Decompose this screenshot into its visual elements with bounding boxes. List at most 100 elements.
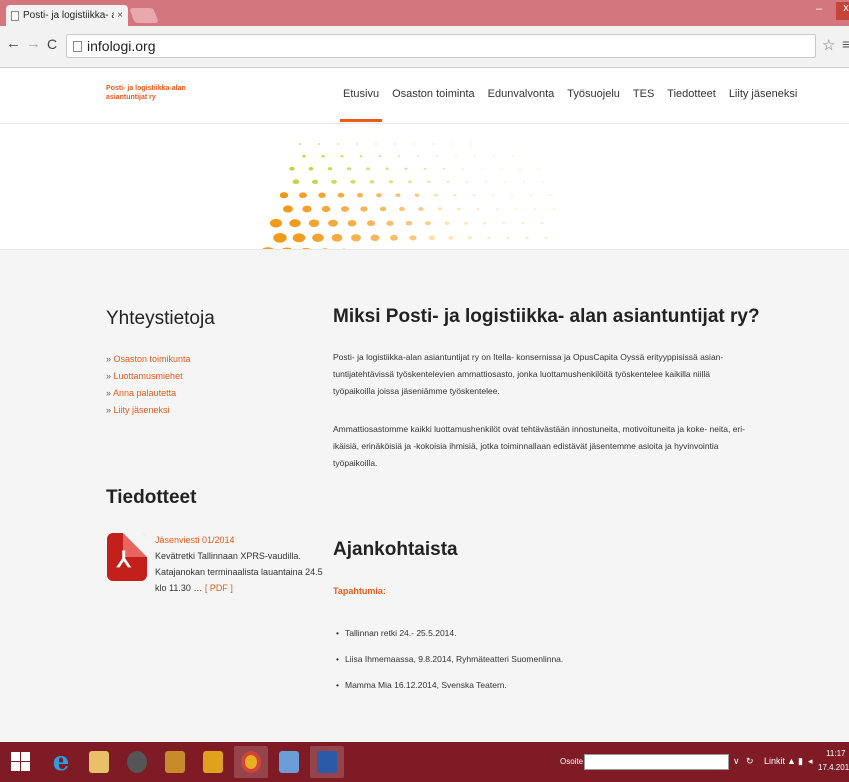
hero-dot	[385, 167, 389, 171]
clock-date: 17.4.2014	[818, 763, 849, 772]
hero-dot	[298, 192, 308, 199]
tray-arrow-icon[interactable]: ▲	[787, 756, 796, 766]
tab-close-icon[interactable]: ×	[117, 10, 123, 21]
hero-dot	[388, 180, 394, 184]
media-player-icon[interactable]	[120, 746, 154, 778]
hero-dot	[432, 143, 434, 145]
file-explorer-icon[interactable]	[82, 746, 116, 778]
contact-link[interactable]: » Liity jäseneksi	[106, 402, 191, 419]
hero-dot	[318, 192, 326, 198]
bookmark-star-icon[interactable]: ☆	[822, 36, 835, 54]
hero-dot	[337, 143, 339, 145]
clock[interactable]: 11:17 17.4.2014	[818, 747, 849, 775]
contact-link[interactable]: » Anna palautetta	[106, 385, 191, 402]
hero-dot	[292, 179, 300, 185]
hero-dot	[337, 192, 345, 198]
volume-icon[interactable]: ◂	[808, 756, 813, 767]
pdf-link[interactable]: [ PDF ]	[205, 583, 233, 593]
hero-dot	[376, 193, 382, 198]
minimize-button[interactable]: –	[816, 3, 822, 15]
hero-dot	[529, 194, 533, 196]
hero-dot	[476, 207, 480, 211]
event-item: Tallinnan retki 24.- 25.5.2014.	[336, 620, 563, 646]
contact-link[interactable]: » Luottamusmiehet	[106, 368, 191, 385]
hero-dot	[369, 180, 375, 184]
hero-dot	[427, 180, 431, 184]
url-input[interactable]: infologi.org	[66, 34, 816, 58]
app-icon[interactable]	[272, 746, 306, 778]
hero-dot	[552, 208, 556, 210]
hero-dot	[379, 206, 387, 212]
hero-dot	[289, 166, 295, 171]
hero-dot	[525, 236, 529, 239]
news-item-title[interactable]: Jäsenviesti 01/2014	[155, 532, 325, 548]
site-logo[interactable]: Posti- ja logistiikka-alan asiantuntijat…	[106, 84, 186, 102]
hero-dot	[481, 168, 483, 170]
event-item: Liisa Ihmemaassa, 9.8.2014, Ryhmäteatter…	[336, 646, 563, 672]
pdf-icon[interactable]: ⅄	[107, 533, 147, 581]
links-label[interactable]: Linkit	[764, 756, 785, 766]
hero-dot	[356, 192, 364, 198]
hero-dot	[514, 208, 518, 210]
nav-item-tes[interactable]: TES	[633, 88, 654, 100]
hero-dot	[269, 218, 283, 228]
hero-dot	[474, 155, 476, 157]
hero-dot	[423, 167, 427, 170]
hero-dot	[542, 181, 544, 183]
nav-item-etusivu[interactable]: Etusivu	[339, 88, 383, 122]
nav-item-osaston-toiminta[interactable]: Osaston toiminta	[392, 88, 475, 100]
hero-dot	[493, 155, 495, 157]
word-icon[interactable]	[310, 746, 344, 778]
hero-dot	[351, 234, 361, 242]
taskbar-address-input[interactable]	[584, 754, 729, 770]
news-item: Jäsenviesti 01/2014 Kevätretki Tallinnaa…	[155, 532, 325, 596]
hero-dot	[519, 168, 521, 170]
menu-icon[interactable]: ≡	[842, 36, 849, 52]
page-icon	[11, 10, 19, 21]
link-label: Osaston toimikunta	[113, 354, 191, 364]
hero-dot	[350, 179, 356, 184]
hero-dot	[451, 143, 453, 145]
hero-dot	[366, 220, 376, 227]
refresh-icon[interactable]: ↻	[746, 756, 754, 767]
new-tab-button[interactable]	[129, 8, 159, 23]
hero-dot	[418, 207, 424, 211]
hero-dot	[425, 221, 431, 226]
hero-dot	[413, 143, 415, 145]
events-heading: Tapahtumia:	[333, 586, 386, 596]
hero-dot	[500, 168, 502, 170]
current-news-heading: Ajankohtaista	[333, 539, 458, 560]
content-area: Yhteystietoja » Osaston toimikunta » Luo…	[0, 250, 849, 742]
contact-link[interactable]: » Osaston toimikunta	[106, 351, 191, 368]
hero-dot	[340, 155, 344, 158]
app-icon[interactable]	[158, 746, 192, 778]
intro-paragraph-2: Ammattiosastomme kaikki luottamushenkilö…	[333, 424, 745, 468]
notes-icon[interactable]	[196, 746, 230, 778]
hero-dot	[308, 167, 314, 171]
hero-dot	[448, 235, 454, 240]
reload-icon[interactable]: C	[47, 36, 57, 52]
start-windows-icon[interactable]	[8, 746, 32, 778]
logo-line-2: asiantuntijat ry	[106, 94, 156, 101]
nav-item-liity-jaseneksi[interactable]: Liity jäseneksi	[729, 88, 797, 100]
hero-dot-pattern	[262, 143, 556, 249]
browser-tab[interactable]: Posti- ja logistiikka- alan a ×	[6, 5, 128, 26]
main-nav: Etusivu Osaston toiminta Edunvalvonta Ty…	[339, 88, 810, 122]
dropdown-icon[interactable]: ∨	[733, 756, 740, 767]
hero-dot	[395, 193, 401, 198]
hero-dot	[359, 155, 363, 158]
network-icon[interactable]: ▮	[798, 756, 803, 767]
close-window-button[interactable]: x	[836, 2, 849, 20]
back-arrow-icon[interactable]: ←	[6, 35, 21, 52]
hero-dot	[437, 207, 443, 211]
hero-dot	[446, 180, 450, 183]
forward-arrow-icon[interactable]: →	[26, 35, 41, 52]
internet-explorer-icon[interactable]: e	[44, 746, 78, 778]
hero-dot	[366, 167, 370, 171]
chrome-icon[interactable]	[234, 746, 268, 778]
hero-dot	[457, 207, 461, 211]
nav-item-edunvalvonta[interactable]: Edunvalvonta	[488, 88, 555, 100]
nav-item-tiedotteet[interactable]: Tiedotteet	[667, 88, 716, 100]
nav-item-tyosuojelu[interactable]: Työsuojelu	[567, 88, 620, 100]
hero-dot	[356, 143, 358, 145]
